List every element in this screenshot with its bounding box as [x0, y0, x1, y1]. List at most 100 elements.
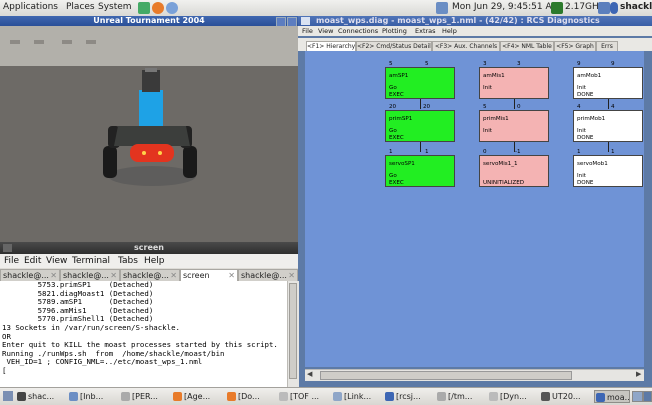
- hierarchy-connector: [514, 99, 515, 109]
- network-icon[interactable]: [436, 2, 448, 14]
- node-state: Init: [483, 85, 492, 91]
- mail-icon: [69, 392, 78, 401]
- tab-graph[interactable]: <F5> Graph: [554, 41, 596, 51]
- tab-cmd-status[interactable]: <F2> Cmd/Status Details: [356, 41, 432, 51]
- close-tab-icon[interactable]: ✕: [228, 270, 235, 281]
- terminal-tab[interactable]: shackle@... ✕: [60, 269, 120, 281]
- task-button[interactable]: [Link...: [332, 390, 382, 403]
- menu-terminal[interactable]: Terminal: [72, 256, 110, 266]
- wall-marking: [34, 40, 44, 44]
- hierarchy-canvas[interactable]: 5 5 amSP1 Go EXEC 3 3 amMis1 Init 9 9 am…: [305, 51, 644, 367]
- taskbar: shac... [Inb... [PER... [Age... [Do... […: [0, 387, 652, 405]
- task-button[interactable]: [Inb...: [68, 390, 118, 403]
- task-button[interactable]: [PER...: [120, 390, 170, 403]
- game-viewport[interactable]: [0, 26, 298, 242]
- module-node-amSP1[interactable]: amSP1 Go EXEC: [385, 67, 455, 99]
- rcs-window-title[interactable]: moast_wps.diag - moast_wps_1.nml - (42/4…: [298, 16, 652, 26]
- wall-marking: [62, 40, 72, 44]
- close-tab-icon[interactable]: ✕: [288, 270, 295, 281]
- task-button[interactable]: UT20...: [540, 390, 592, 403]
- rcs-menu-connections[interactable]: Connections: [338, 27, 378, 35]
- workspace-switcher[interactable]: [643, 391, 652, 402]
- menu-edit[interactable]: Edit: [24, 256, 41, 266]
- module-node-servoMob1[interactable]: servoMob1 Init DONE: [573, 155, 643, 187]
- firefox-launcher-icon[interactable]: [152, 2, 164, 14]
- node-name: servoSP1: [389, 161, 415, 167]
- hierarchy-connector: [420, 99, 421, 109]
- menu-file[interactable]: File: [4, 256, 19, 266]
- game-icon: [541, 392, 550, 401]
- tab-nml-table[interactable]: <F4> NML Table: [500, 41, 554, 51]
- user-name[interactable]: shackle: [620, 2, 652, 12]
- scroll-right-icon[interactable]: ▶: [636, 370, 641, 378]
- rcs-menu-extras[interactable]: Extras: [415, 27, 436, 35]
- system-menu[interactable]: System: [98, 2, 132, 12]
- module-node-servoMis1_1[interactable]: servoMis1_1 UNINITIALIZED: [479, 155, 549, 187]
- module-node-primSP1[interactable]: primSP1 Go EXEC: [385, 110, 455, 142]
- module-node-primMis1[interactable]: primMis1 Init: [479, 110, 549, 142]
- rcs-menu-plotting[interactable]: Plotting: [382, 27, 407, 35]
- task-button-active[interactable]: moa...: [594, 390, 630, 403]
- folder-icon: [333, 392, 342, 401]
- applications-menu[interactable]: Applications: [3, 2, 58, 12]
- task-button[interactable]: [TOF ...: [278, 390, 330, 403]
- tab-aux-channels[interactable]: <F3> Aux. Channels: [432, 41, 500, 51]
- menu-tabs[interactable]: Tabs: [118, 256, 138, 266]
- node-status: UNINITIALIZED: [483, 180, 525, 186]
- tab-errs[interactable]: Errs: [596, 41, 618, 51]
- task-button[interactable]: [Age...: [172, 390, 224, 403]
- terminal-tab-active[interactable]: screen ✕: [180, 269, 238, 281]
- unreal-window-title[interactable]: Unreal Tournament 2004: [0, 16, 298, 26]
- places-menu[interactable]: Places: [66, 2, 95, 12]
- workspace-switcher[interactable]: [632, 391, 643, 402]
- module-node-amMob1[interactable]: amMob1 Init DONE: [573, 67, 643, 99]
- task-button[interactable]: [Dyn...: [488, 390, 538, 403]
- rcs-title-text: moast_wps.diag - moast_wps_1.nml - (42/4…: [316, 16, 600, 25]
- node-status: DONE: [577, 92, 594, 98]
- show-desktop-icon[interactable]: [3, 391, 13, 401]
- scroll-left-icon[interactable]: ◀: [307, 370, 312, 378]
- node-status: EXEC: [389, 180, 404, 186]
- terminal-title[interactable]: screen: [0, 242, 298, 254]
- module-node-amMis1[interactable]: amMis1 Init: [479, 67, 549, 99]
- close-tab-icon[interactable]: ✕: [110, 270, 117, 281]
- document-icon: [279, 392, 288, 401]
- module-node-servoSP1[interactable]: servoSP1 Go EXEC: [385, 155, 455, 187]
- node-state: Go: [389, 128, 397, 134]
- terminal-line: VEH_ID=1 ; CONFIG_NML=../etc/moast_wps_1…: [2, 357, 203, 367]
- module-node-primMob1[interactable]: primMob1 Init DONE: [573, 110, 643, 142]
- task-button[interactable]: [/tm...: [436, 390, 486, 403]
- menu-view[interactable]: View: [46, 256, 67, 266]
- close-tab-icon[interactable]: ✕: [50, 270, 57, 281]
- node-name: primMob1: [577, 116, 606, 122]
- cpu-frequency-icon[interactable]: [551, 2, 563, 14]
- wall-marking: [10, 40, 20, 44]
- rcs-menu-view[interactable]: View: [318, 27, 333, 35]
- rcs-menu-help[interactable]: Help: [442, 27, 457, 35]
- task-button[interactable]: shac...: [16, 390, 66, 403]
- terminal-output[interactable]: 5753.primSP1 (Detached) 5821.diagMoast1 …: [0, 281, 287, 387]
- volume-icon[interactable]: [598, 2, 610, 14]
- terminal-scroll-thumb[interactable]: [289, 283, 297, 379]
- help-launcher-icon[interactable]: [166, 2, 178, 14]
- terminal-tab[interactable]: shackle@... ✕: [238, 269, 298, 281]
- menu-help[interactable]: Help: [144, 256, 165, 266]
- tab-hierarchy[interactable]: <F1> Hierarchy: [306, 41, 356, 51]
- node-status: DONE: [577, 180, 594, 186]
- rcs-scroll-thumb[interactable]: [320, 371, 572, 380]
- terminal-scrollbar[interactable]: [287, 281, 299, 387]
- rcs-menubar: File View Connections Plotting Extras He…: [298, 26, 652, 36]
- bluetooth-icon[interactable]: [610, 2, 618, 14]
- hierarchy-connector: [608, 99, 609, 109]
- terminal-tab-bar: shackle@... ✕ shackle@... ✕ shackle@... ✕ s…: [0, 268, 298, 282]
- rcs-menu-file[interactable]: File: [302, 27, 313, 35]
- close-tab-icon[interactable]: ✕: [170, 270, 177, 281]
- terminal-tab[interactable]: shackle@... ✕: [120, 269, 180, 281]
- terminal-tab[interactable]: shackle@... ✕: [0, 269, 60, 281]
- clock[interactable]: Mon Jun 29, 9:45:51 AM: [452, 2, 559, 12]
- document-icon: [489, 392, 498, 401]
- task-button[interactable]: [rcsj...: [384, 390, 434, 403]
- node-name: servoMis1_1: [483, 161, 518, 167]
- terminal-launcher-icon[interactable]: [138, 2, 150, 14]
- task-button[interactable]: [Do...: [226, 390, 276, 403]
